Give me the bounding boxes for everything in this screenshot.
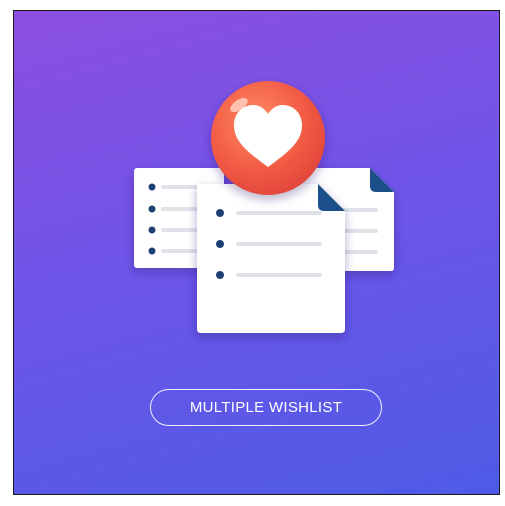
- multiple-wishlist-badge: MULTIPLE WISHLIST: [150, 389, 382, 426]
- heart-icon: [211, 81, 325, 195]
- document-front: [197, 184, 345, 333]
- promo-tile: MULTIPLE WISHLIST: [13, 10, 500, 495]
